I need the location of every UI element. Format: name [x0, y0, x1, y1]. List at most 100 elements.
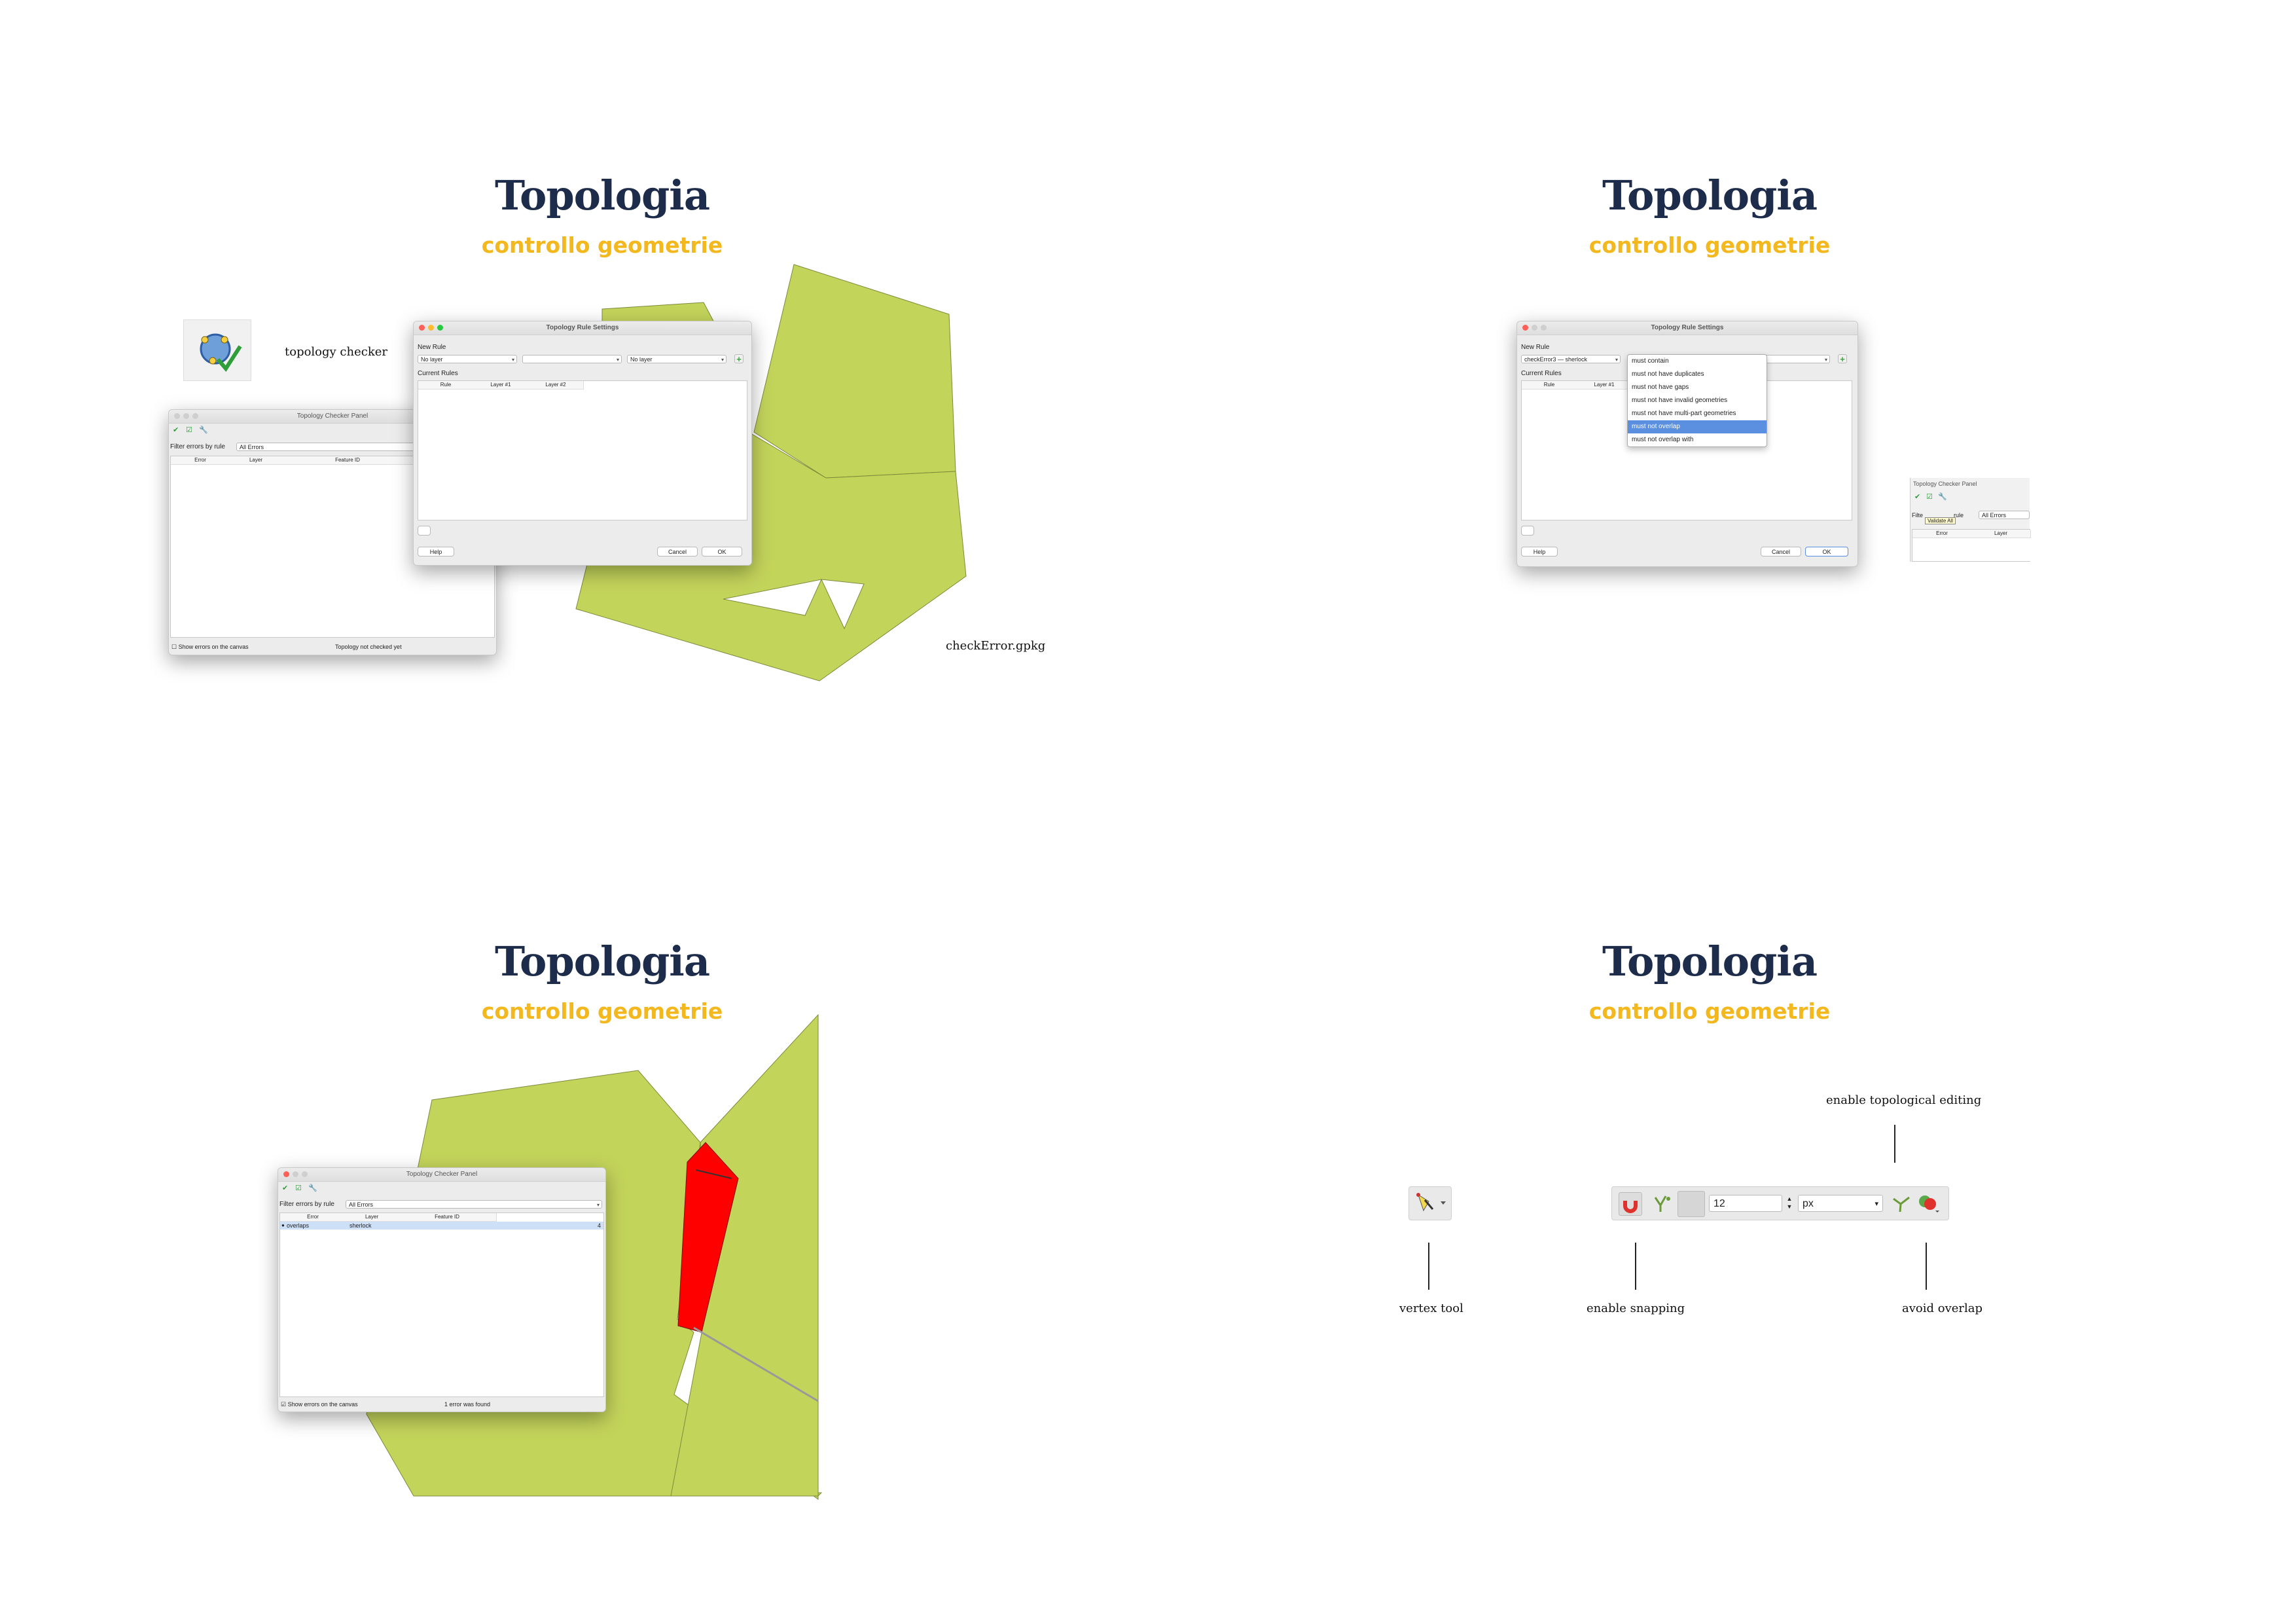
filter-combo[interactable]: All Errors	[1979, 511, 2030, 519]
caption-enable-snapping: enable snapping	[1587, 1302, 1685, 1315]
snap-settings-icon	[1654, 1195, 1670, 1212]
caption-vertex-tool: vertex tool	[1399, 1302, 1463, 1315]
cell-layer: sherlock	[350, 1222, 372, 1229]
caption-enable-topological-editing: enable topological editing	[1826, 1093, 1982, 1107]
delete-rule-button[interactable]	[1521, 526, 1534, 536]
column-header: Rule	[418, 381, 474, 390]
filter-label: Filter errors by rule	[279, 1201, 334, 1208]
dropdown-option[interactable]: must not overlap with	[1628, 433, 1767, 447]
snapping-toolbar: 12 ▲ ▼ px ▾	[1611, 1186, 1949, 1220]
status-text: 1 error was found	[444, 1401, 491, 1408]
enable-snapping-button[interactable]	[1619, 1192, 1642, 1216]
add-rule-button[interactable]: +	[734, 354, 744, 363]
table-row[interactable]: ● overlaps sherlock 4	[280, 1222, 603, 1230]
new-rule-label: New Rule	[418, 344, 446, 351]
topological-editing-icon	[1893, 1196, 1910, 1213]
filter-combo[interactable]: All Errors ▾	[346, 1200, 602, 1209]
layer1-combo[interactable]: No layer ▾	[418, 355, 517, 363]
caption-topology-checker: topology checker	[285, 345, 388, 359]
column-header: Error	[280, 1213, 346, 1222]
layer2-combo[interactable]: No layer ▾	[627, 355, 726, 363]
column-header: Layer #1	[1577, 381, 1632, 390]
tooltip: Validate All	[1925, 517, 1956, 524]
caption-check-error-file: checkError.gpkg	[946, 639, 1046, 653]
validate-all-icon[interactable]: ✔	[173, 426, 179, 434]
rules-table[interactable]: Rule Layer #1 Layer #2	[418, 380, 747, 520]
show-errors-checkbox[interactable]: ☑ Show errors on the canvas	[281, 1401, 358, 1408]
avoid-overlap-icon	[1919, 1195, 1939, 1213]
topology-checker-panel-partial: Topology Checker Panel ✔ ☑ 🔧 Filte rule …	[1910, 478, 2031, 562]
configure-rules-icon[interactable]: 🔧	[199, 426, 208, 434]
configure-rules-icon[interactable]: 🔧	[308, 1184, 317, 1192]
validate-all-icon[interactable]: ✔	[282, 1184, 288, 1192]
rule-dropdown-list[interactable]: must contain must not have duplicates mu…	[1627, 354, 1767, 447]
configure-rules-icon[interactable]: 🔧	[1938, 492, 1947, 501]
current-rules-label: Current Rules	[418, 370, 458, 377]
column-header: Rule	[1522, 381, 1577, 390]
avoid-overlap-button[interactable]	[1916, 1192, 1942, 1214]
dropdown-option[interactable]: must not have gaps	[1628, 381, 1767, 394]
rule-combo[interactable]: ▾	[522, 355, 622, 363]
new-rule-label: New Rule	[1521, 344, 1550, 351]
topology-rule-settings-dialog: Topology Rule Settings New Rule No layer…	[413, 321, 752, 566]
column-header: Layer	[230, 456, 283, 465]
column-header: Feature ID	[398, 1213, 497, 1222]
window-title: Topology Checker Panel	[406, 1171, 478, 1178]
caption-avoid-overlap: avoid overlap	[1902, 1302, 1983, 1315]
topology-checker-icon[interactable]	[183, 319, 251, 381]
help-button[interactable]: Help	[1521, 547, 1558, 556]
filter-label-part: Filte	[1912, 512, 1924, 519]
column-header: Error	[1912, 530, 1972, 538]
slide4-title: Topologia	[1602, 938, 1818, 985]
dropdown-option[interactable]: must not have invalid geometries	[1628, 394, 1767, 407]
validate-all-icon[interactable]: ✔	[1914, 492, 1920, 501]
dropdown-option[interactable]: must not have multi-part geometries	[1628, 407, 1767, 420]
cancel-button[interactable]: Cancel	[1761, 547, 1801, 556]
layer1-combo[interactable]: checkError3 — sherlock ▾	[1521, 355, 1621, 363]
status-text: Topology not checked yet	[335, 644, 402, 650]
slide2-title: Topologia	[1602, 172, 1818, 219]
magnet-icon	[1623, 1198, 1638, 1213]
current-rules-label: Current Rules	[1521, 370, 1562, 377]
window-title: Topology Rule Settings	[546, 324, 619, 331]
ok-button[interactable]: OK	[702, 547, 742, 556]
pointer-line	[1428, 1243, 1429, 1290]
window-title: Topology Rule Settings	[1651, 324, 1724, 331]
dropdown-option[interactable]: must contain	[1628, 355, 1767, 368]
validate-extent-icon[interactable]: ☑	[295, 1184, 302, 1192]
spinbox-stepper[interactable]: ▲ ▼	[1785, 1195, 1794, 1212]
vertex-tool-icon	[1416, 1193, 1446, 1212]
units-combo[interactable]: px ▾	[1798, 1195, 1883, 1212]
snap-mode-button[interactable]	[1651, 1192, 1675, 1214]
errors-table[interactable]: Error Layer Feature ID ● overlaps sherlo…	[279, 1213, 604, 1397]
column-header: Layer	[346, 1213, 399, 1222]
row-marker: ●	[281, 1222, 285, 1228]
delete-rule-button[interactable]	[418, 526, 431, 536]
column-header: Layer	[1971, 530, 2031, 538]
vertex-tool-button[interactable]	[1408, 1186, 1452, 1220]
validate-extent-icon[interactable]: ☑	[1926, 492, 1933, 501]
window-title: Topology Checker Panel	[1913, 481, 1977, 487]
column-header: Feature ID	[282, 456, 414, 465]
validate-extent-icon[interactable]: ☑	[186, 426, 192, 434]
topology-rule-settings-dialog-2: Topology Rule Settings New Rule checkErr…	[1516, 321, 1858, 567]
topological-editing-button[interactable]	[1890, 1192, 1912, 1214]
tolerance-spinbox[interactable]: 12	[1709, 1195, 1782, 1212]
slide2-subtitle: controllo geometrie	[1588, 232, 1831, 258]
errors-table[interactable]: Error Layer	[1912, 529, 2031, 562]
pointer-line	[1894, 1125, 1895, 1163]
slide4-subtitle: controllo geometrie	[1588, 998, 1831, 1024]
filter-label: Filter errors by rule	[170, 443, 225, 450]
show-errors-checkbox[interactable]: ☐ Show errors on the canvas	[171, 644, 249, 651]
cell-feature-id: 4	[597, 1222, 601, 1229]
ok-button[interactable]: OK	[1805, 547, 1848, 556]
dropdown-option-selected[interactable]: must not overlap	[1628, 420, 1767, 433]
cancel-button[interactable]: Cancel	[657, 547, 698, 556]
topology-checker-panel-3: Topology Checker Panel ✔ ☑ 🔧 Filter erro…	[278, 1167, 606, 1412]
column-header: Layer #2	[528, 381, 584, 390]
snap-type-button[interactable]	[1677, 1191, 1705, 1217]
add-rule-button[interactable]: +	[1838, 354, 1847, 363]
dropdown-option[interactable]: must not have duplicates	[1628, 368, 1767, 381]
column-header: Layer #1	[473, 381, 529, 390]
help-button[interactable]: Help	[418, 547, 454, 556]
